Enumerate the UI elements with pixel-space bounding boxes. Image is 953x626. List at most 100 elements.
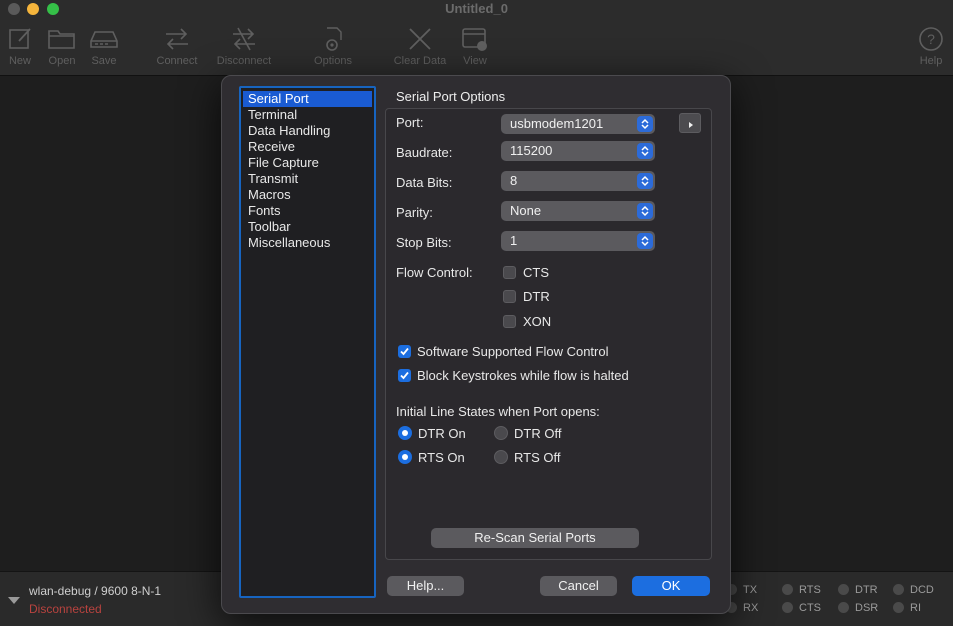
stop-bits-select[interactable]: 1 [501, 231, 655, 251]
view-label: View [463, 55, 487, 67]
category-toolbar[interactable]: Toolbar [243, 219, 372, 235]
category-receive[interactable]: Receive [243, 139, 372, 155]
rts-off-label: RTS Off [514, 450, 561, 465]
category-macros[interactable]: Macros [243, 187, 372, 203]
group-title: Serial Port Options [396, 89, 506, 104]
disconnect-button[interactable]: Disconnect [214, 26, 274, 67]
select-arrows-icon [637, 233, 653, 249]
dsr-indicator: DSR [838, 602, 878, 614]
disconnect-arrows-icon [233, 27, 255, 51]
port-select[interactable]: usbmodem1201 [501, 114, 655, 134]
category-miscellaneous[interactable]: Miscellaneous [243, 235, 372, 251]
drive-icon [90, 31, 118, 48]
data-bits-label: Data Bits: [396, 175, 453, 190]
options-button[interactable]: Options [305, 26, 361, 67]
ri-indicator: RI [893, 602, 921, 614]
xon-checkbox[interactable] [503, 315, 516, 328]
category-list[interactable]: Serial Port Terminal Data Handling Recei… [239, 86, 376, 598]
dtr-on-label: DTR On [418, 426, 466, 441]
baudrate-select[interactable]: 115200 [501, 141, 655, 161]
help-button[interactable]: Help... [387, 576, 464, 596]
dcd-led-icon [893, 584, 904, 595]
category-transmit[interactable]: Transmit [243, 171, 372, 187]
help-label: Help [919, 55, 943, 67]
view-window-icon [462, 28, 487, 51]
clear-data-button[interactable]: Clear Data [391, 26, 449, 67]
baudrate-value: 115200 [510, 143, 553, 158]
category-fonts[interactable]: Fonts [243, 203, 372, 219]
svg-text:?: ? [927, 31, 935, 47]
cts-indicator: CTS [782, 602, 821, 614]
help-toolbar-button[interactable]: ? Help [903, 26, 953, 67]
category-serial-port[interactable]: Serial Port [243, 91, 372, 107]
disclosure-triangle-icon[interactable] [8, 597, 20, 604]
dtr-on-radio[interactable] [398, 426, 412, 440]
stop-bits-label: Stop Bits: [396, 235, 452, 250]
category-data-handling[interactable]: Data Handling [243, 123, 372, 139]
select-arrows-icon [637, 143, 653, 159]
connect-label: Connect [156, 55, 198, 67]
dtr-indicator: DTR [838, 584, 878, 596]
connection-state: Disconnected [29, 602, 102, 616]
dtr-off-label: DTR Off [514, 426, 562, 441]
options-label: Options [314, 55, 352, 67]
help-question-icon: ? [919, 27, 943, 51]
save-label: Save [91, 55, 117, 67]
software-flow-checkbox[interactable] [398, 345, 411, 358]
category-terminal[interactable]: Terminal [243, 107, 372, 123]
view-button[interactable]: View [447, 26, 503, 67]
title-bar: Untitled_0 New Open Save Connect Disconn… [0, 0, 953, 76]
flow-control-label: Flow Control: [396, 265, 473, 280]
parity-value: None [510, 203, 542, 218]
block-keystrokes-checkbox[interactable] [398, 369, 411, 382]
port-value: usbmodem1201 [510, 116, 604, 131]
dsr-led-icon [838, 602, 849, 613]
window-title: Untitled_0 [445, 1, 508, 16]
baudrate-label: Baudrate: [396, 145, 453, 160]
stop-bits-value: 1 [510, 233, 518, 248]
dtr-checkbox[interactable] [503, 290, 516, 303]
connection-summary: wlan-debug / 9600 8-N-1 [29, 584, 162, 598]
select-arrows-icon [637, 173, 653, 189]
save-button[interactable]: Save [76, 26, 132, 67]
new-document-icon [9, 28, 31, 49]
disconnect-label: Disconnect [216, 55, 272, 67]
ri-led-icon [893, 602, 904, 613]
select-arrows-icon [637, 203, 653, 219]
parity-select[interactable]: None [501, 201, 655, 221]
data-bits-value: 8 [510, 173, 518, 188]
play-triangle-icon [689, 122, 693, 128]
rts-on-radio[interactable] [398, 450, 412, 464]
folder-icon [48, 30, 75, 49]
block-keystrokes-label: Block Keystrokes while flow is halted [417, 368, 629, 383]
rts-indicator: RTS [782, 584, 821, 596]
cts-checkbox-label: CTS [523, 265, 549, 280]
category-file-capture[interactable]: File Capture [243, 155, 372, 171]
rts-on-label: RTS On [418, 450, 465, 465]
software-flow-label: Software Supported Flow Control [417, 344, 609, 359]
rts-led-icon [782, 584, 793, 595]
port-label: Port: [396, 115, 424, 130]
clear-data-label: Clear Data [393, 55, 447, 67]
checkmark-icon [400, 371, 409, 380]
port-more-button[interactable] [679, 113, 701, 133]
line-states-label: Initial Line States when Port opens: [396, 404, 600, 419]
gear-document-icon [326, 27, 342, 51]
rescan-serial-ports-button[interactable]: Re-Scan Serial Ports [431, 528, 639, 548]
dtr-off-radio[interactable] [494, 426, 508, 440]
serial-port-options-group: Port: usbmodem1201 Baudrate: 115200 Data… [385, 108, 712, 560]
select-arrows-icon [637, 116, 653, 132]
xon-checkbox-label: XON [523, 314, 552, 329]
checkmark-icon [400, 347, 409, 356]
dtr-led-icon [838, 584, 849, 595]
connect-arrows-icon [166, 28, 188, 50]
parity-label: Parity: [396, 205, 433, 220]
dcd-indicator: DCD [893, 584, 934, 596]
data-bits-select[interactable]: 8 [501, 171, 655, 191]
rts-off-radio[interactable] [494, 450, 508, 464]
options-dialog: Serial Port Terminal Data Handling Recei… [221, 75, 731, 614]
ok-button[interactable]: OK [632, 576, 710, 596]
cancel-button[interactable]: Cancel [540, 576, 617, 596]
cts-checkbox[interactable] [503, 266, 516, 279]
connect-button[interactable]: Connect [149, 26, 205, 67]
